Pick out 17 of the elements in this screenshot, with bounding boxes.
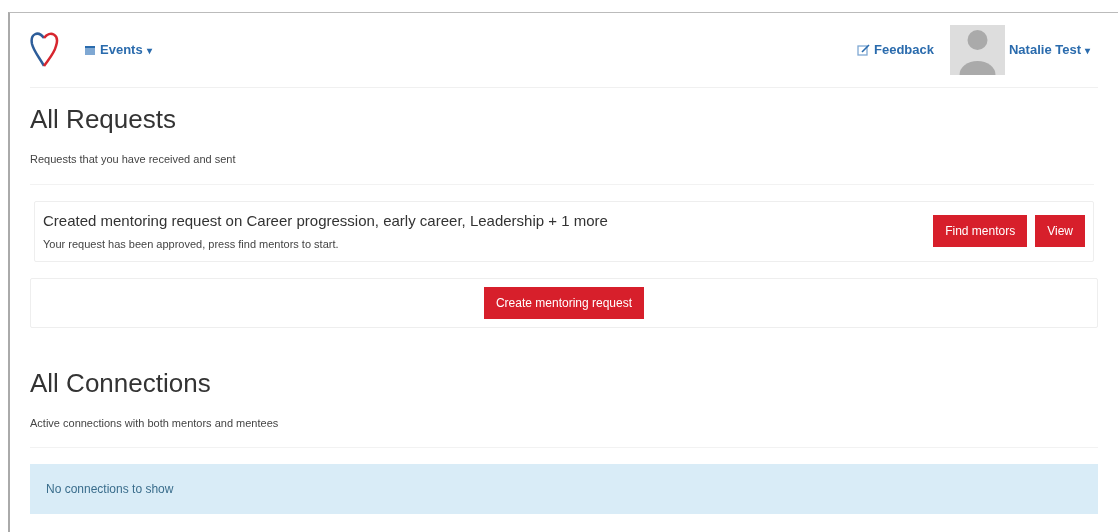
edit-icon	[857, 44, 870, 56]
create-request-button[interactable]: Create mentoring request	[483, 286, 645, 319]
action-button[interactable]: Find mentors	[933, 215, 1028, 248]
feedback-link[interactable]: Feedback	[857, 40, 934, 60]
caret-icon: ▾	[146, 42, 152, 58]
user-menu[interactable]: Natalie Test ▾	[1009, 40, 1090, 60]
calendar-icon	[84, 44, 96, 56]
caret-icon: ▾	[1085, 42, 1090, 58]
page-heading: All Connections	[30, 367, 212, 399]
section-description: Requests that you have received and sent	[30, 152, 237, 168]
empty-state-alert: No connections to show	[30, 464, 1098, 515]
action-button[interactable]: View	[1035, 215, 1085, 248]
section-description: Active connections with both mentors and mentees	[30, 415, 280, 431]
request-status: Your request has been approved, press find mentors to start.	[43, 237, 340, 253]
page-heading: All Requests	[30, 104, 177, 136]
events-menu[interactable]: Events ▾	[84, 40, 152, 60]
request-title: Created mentoring request on Career progression, early career, Leadership + 1 more	[43, 210, 609, 231]
